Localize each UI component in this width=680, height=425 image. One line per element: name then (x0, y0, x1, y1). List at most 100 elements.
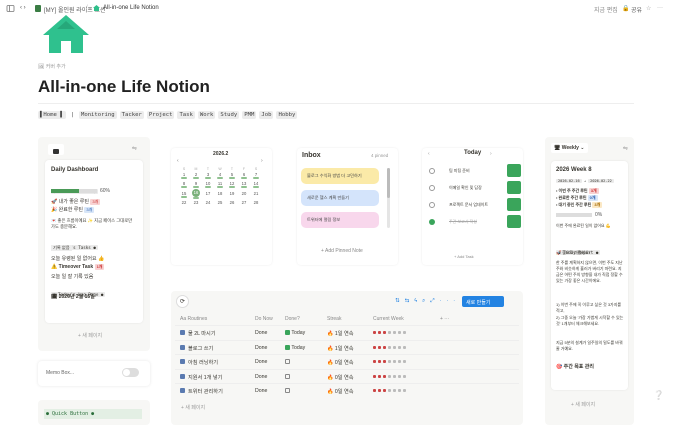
calendar-day[interactable]: 24 (202, 199, 214, 208)
routine-name[interactable]: 지원서 1개 넣기 (180, 373, 222, 381)
memo-toggle[interactable] (122, 368, 139, 377)
routine-new-page[interactable]: + 새 페이지 (181, 404, 205, 411)
nav-study[interactable]: Study (218, 111, 240, 119)
today-task[interactable]: 팀 미팅 준비 (427, 164, 521, 177)
today-next-icon[interactable]: › (490, 151, 492, 157)
done-checkbox[interactable] (285, 373, 290, 379)
nav-arrows[interactable]: ‹ › (20, 5, 26, 11)
table-row[interactable]: 물 2L 마시기 Done Today 🔥 1일 연속 (175, 325, 519, 339)
routine-name[interactable]: 트위터 관리하기 (180, 388, 223, 395)
routine-name[interactable]: 아침 러닝하기 (180, 359, 218, 366)
col-routines[interactable]: Aa Routines (180, 316, 207, 322)
nav-work[interactable]: Work (197, 111, 216, 119)
daily-new-page[interactable]: + 새 페이지 (78, 332, 102, 339)
quick-button[interactable]: ● Quick Button ● (44, 409, 142, 419)
done-cell[interactable] (285, 373, 290, 380)
calendar-day[interactable]: 6 (238, 171, 250, 180)
calendar-day[interactable]: 1 (178, 171, 190, 180)
nav-hobby[interactable]: Hobby (276, 111, 298, 119)
today-task[interactable]: 주간 보고서 작성 (427, 215, 521, 228)
calendar-day[interactable]: 20 (238, 189, 250, 199)
settings-icon[interactable]: ⇋ (132, 145, 137, 152)
done-checkbox[interactable] (285, 359, 290, 365)
today-prev-icon[interactable]: ‹ (428, 151, 430, 157)
do-now-value[interactable]: Done (255, 359, 267, 365)
do-now-value[interactable]: Done (255, 374, 267, 380)
add-cover-button[interactable]: 🖼 커버 추가 (38, 63, 66, 70)
routine-name[interactable]: 블로그 쓰기 (180, 344, 213, 352)
task-checked-icon[interactable] (429, 219, 435, 225)
nav-home[interactable]: ▌Home ▌ (38, 111, 66, 119)
done-cell[interactable]: Today (285, 330, 305, 336)
done-cell[interactable]: Today (285, 345, 305, 351)
calendar-day[interactable]: 13 (238, 180, 250, 189)
routine-name[interactable]: 물 2L 마시기 (180, 330, 216, 337)
calendar-day[interactable]: 26 (226, 199, 238, 208)
done-checked-icon[interactable] (285, 344, 290, 350)
refresh-icon[interactable]: ⟳ (176, 295, 189, 308)
calendar-day[interactable]: 14 (250, 180, 262, 189)
briefcase-icon[interactable] (48, 144, 64, 155)
today-task[interactable]: 이메일 확인 및 답장 (427, 181, 521, 194)
log-date[interactable]: 🗓 2026년 2월 16일 (51, 293, 95, 300)
task-checkbox[interactable] (429, 168, 435, 174)
calendar-day[interactable]: 11 (214, 180, 226, 189)
calendar-day[interactable]: 19 (226, 189, 238, 199)
calendar-day[interactable]: 21 (250, 189, 262, 199)
done-cell[interactable] (285, 359, 290, 365)
calendar-day[interactable]: 4 (214, 171, 226, 180)
weekly-goal-link[interactable]: 🎯 주간 목표 관리 (556, 363, 594, 370)
pinned-note[interactable]: 블로그 수익화 방법 더 고민하기 (301, 168, 379, 184)
help-icon[interactable]: ❔ (653, 390, 664, 401)
task-checkbox[interactable] (429, 185, 435, 191)
new-routine-button[interactable]: 새로 만들기 (462, 296, 504, 307)
calendar-day[interactable]: 2 (190, 171, 202, 180)
calendar-day[interactable]: 5 (226, 171, 238, 180)
sidebar-toggle-icon[interactable] (6, 4, 15, 13)
calendar-day[interactable]: 9 (190, 180, 202, 189)
nav-project[interactable]: Project (146, 111, 175, 119)
table-row[interactable]: 블로그 쓰기 Done Today 🔥 1일 연속 (175, 339, 519, 354)
calendar-day[interactable]: 27 (238, 199, 250, 208)
col-streak[interactable]: Streak (327, 316, 341, 322)
calendar-day[interactable]: 7 (250, 171, 262, 180)
calendar-day[interactable]: 12 (226, 180, 238, 189)
weekly-tab[interactable]: 🖥 Weekly ⌄ (551, 143, 588, 153)
col-current-week[interactable]: Current Week (373, 316, 404, 322)
share-button[interactable]: 공유 (631, 5, 642, 14)
table-row[interactable]: 트위터 관리하기 Done 🔥 0일 연속 (175, 383, 519, 397)
col-do-now[interactable]: Do Now (255, 316, 273, 322)
nav-pmm[interactable]: PMM (242, 111, 257, 119)
calendar-day[interactable]: 17 (202, 189, 214, 199)
pinned-note[interactable]: 새로운 헬스 계획 만들기 (301, 190, 379, 206)
nav-task[interactable]: Task (177, 111, 195, 119)
calendar-day[interactable]: 18 (214, 189, 226, 199)
do-now-value[interactable]: Done (255, 388, 267, 394)
calendar-day[interactable]: 23 (190, 199, 202, 208)
next-month-icon[interactable]: › (261, 158, 263, 164)
table-row[interactable]: 지원서 1개 넣기 Done 🔥 0일 연속 (175, 368, 519, 383)
add-task-button[interactable]: + Add Task (454, 254, 474, 259)
calendar-day[interactable]: 3 (202, 171, 214, 180)
done-cell[interactable] (285, 388, 290, 394)
do-now-value[interactable]: Done (255, 345, 267, 351)
nav-job[interactable]: Job (259, 111, 274, 119)
view-toolbar-icons[interactable]: ⇅⇆ϟ⌕⤢··· (395, 298, 460, 305)
house-icon[interactable] (42, 14, 90, 59)
nav-tacker[interactable]: Tacker (119, 111, 144, 119)
add-column-icon[interactable]: + ··· (440, 316, 449, 322)
weekly-new-page[interactable]: + 새 페이지 (571, 401, 595, 408)
col-done[interactable]: Done? (285, 316, 300, 322)
add-pinned-note-button[interactable]: + Add Pinned Note (321, 248, 363, 254)
done-checked-icon[interactable] (285, 330, 290, 336)
calendar-day[interactable]: 28 (250, 199, 262, 208)
calendar-day[interactable]: 16 (190, 189, 202, 199)
prev-month-icon[interactable]: ‹ (177, 158, 179, 164)
weekly-settings-icon[interactable]: ⇋ (623, 145, 628, 152)
calendar-day[interactable]: 10 (202, 180, 214, 189)
nav-monitoring[interactable]: Monitoring (78, 111, 117, 119)
calendar-day[interactable]: 25 (214, 199, 226, 208)
more-icon[interactable]: ··· (657, 5, 663, 11)
favorite-icon[interactable]: ☆ (646, 5, 651, 12)
inbox-scrollbar[interactable] (387, 168, 390, 228)
